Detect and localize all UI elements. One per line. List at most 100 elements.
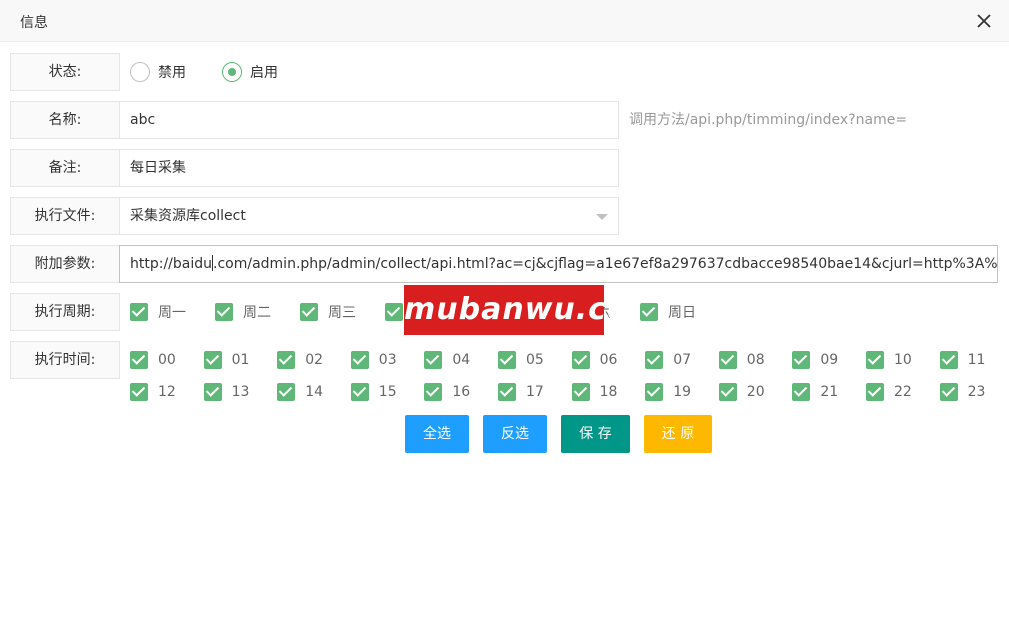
weekday-checkbox[interactable]: 周二 xyxy=(215,303,271,321)
hour-checkbox[interactable]: 22 xyxy=(866,383,912,401)
radio-enable[interactable]: 启用 xyxy=(222,62,278,82)
save-button[interactable]: 保 存 xyxy=(561,415,630,453)
hour-checkbox[interactable]: 07 xyxy=(645,351,691,369)
checkbox-checked-icon xyxy=(277,351,296,369)
status-row: 状态: 禁用 启用 xyxy=(10,53,1000,91)
checkbox-checked-icon xyxy=(866,383,884,401)
hour-label: 19 xyxy=(673,384,692,400)
hour-checkbox[interactable]: 04 xyxy=(424,351,470,369)
exec-file-label: 执行文件: xyxy=(10,197,120,235)
hour-checkbox[interactable]: 03 xyxy=(350,351,397,369)
hour-checkbox[interactable]: 17 xyxy=(498,383,544,401)
hour-label: 16 xyxy=(452,384,471,400)
checkbox-checked-icon xyxy=(130,383,148,401)
hour-label: 12 xyxy=(158,384,176,400)
params-row: 附加参数: http://baidu.com/admin.php/admin/c… xyxy=(10,245,1000,283)
params-value-end: .com/admin.php/admin/collect/api.html?ac… xyxy=(213,256,998,272)
exec-file-select[interactable]: 采集资源库collect xyxy=(119,197,619,235)
checkbox-checked-icon xyxy=(645,351,664,369)
hour-checkbox[interactable]: 10 xyxy=(866,351,912,369)
hour-label: 01 xyxy=(231,352,250,368)
params-value-start: http://baidu xyxy=(130,256,213,272)
radio-disable[interactable]: 禁用 xyxy=(130,62,186,82)
hour-checkbox[interactable]: 08 xyxy=(718,351,765,369)
hours-label: 执行时间: xyxy=(10,341,120,379)
checkbox-checked-icon xyxy=(939,383,958,401)
invert-selection-button[interactable]: 反选 xyxy=(483,415,547,453)
name-hint: 调用方法/api.php/timming/index?name= xyxy=(629,112,908,128)
hour-checkbox[interactable]: 19 xyxy=(645,383,691,401)
hour-checkbox[interactable]: 21 xyxy=(792,383,838,401)
exec-file-row: 执行文件: 采集资源库collect xyxy=(10,197,1000,235)
close-icon[interactable] xyxy=(975,12,993,30)
remark-input[interactable]: 每日采集 xyxy=(119,149,619,187)
reset-button[interactable]: 还 原 xyxy=(644,415,712,453)
hour-checkbox[interactable]: 02 xyxy=(277,351,323,369)
hour-label: 18 xyxy=(599,384,618,400)
radio-enable-label: 启用 xyxy=(250,65,278,81)
hour-label: 21 xyxy=(820,384,839,400)
dialog-titlebar: 信息 xyxy=(0,0,1009,42)
checkbox-checked-icon xyxy=(571,351,590,369)
remark-label: 备注: xyxy=(10,149,120,187)
remark-row: 备注: 每日采集 xyxy=(10,149,1000,187)
checkbox-checked-icon xyxy=(130,303,148,321)
dialog-title: 信息 xyxy=(20,15,48,31)
radio-circle xyxy=(130,62,150,82)
name-row: 名称: abc 调用方法/api.php/timming/index?name= xyxy=(10,101,1000,139)
checkbox-checked-icon xyxy=(640,303,658,321)
hour-checkbox[interactable]: 12 xyxy=(130,383,176,401)
checkbox-checked-icon xyxy=(130,351,148,369)
checkbox-checked-icon xyxy=(300,303,318,321)
checkbox-checked-icon xyxy=(385,303,403,321)
hour-label: 14 xyxy=(305,384,324,400)
name-input[interactable]: abc xyxy=(119,101,619,139)
hour-label: 08 xyxy=(746,352,765,368)
checkbox-checked-icon xyxy=(792,351,811,369)
hour-label: 00 xyxy=(158,352,176,368)
hour-checkbox[interactable]: 05 xyxy=(498,351,544,369)
weekday-checkbox[interactable]: 周日 xyxy=(640,303,696,321)
hour-checkbox[interactable]: 14 xyxy=(277,383,323,401)
hour-label: 02 xyxy=(305,352,324,368)
hour-label: 03 xyxy=(378,352,397,368)
hour-checkbox[interactable]: 13 xyxy=(203,383,249,401)
weekday-label: 周三 xyxy=(328,305,356,321)
weekday-label: 周日 xyxy=(668,305,696,321)
checkbox-checked-icon xyxy=(203,351,222,369)
hour-label: 07 xyxy=(673,352,692,368)
checkbox-checked-icon xyxy=(498,351,516,369)
weekday-label: 周二 xyxy=(243,305,271,321)
hour-checkbox[interactable]: 20 xyxy=(718,383,765,401)
hour-label: 05 xyxy=(526,352,544,368)
hour-checkbox[interactable]: 15 xyxy=(350,383,397,401)
hour-checkbox[interactable]: 11 xyxy=(939,351,986,369)
checkbox-checked-icon xyxy=(350,351,369,369)
radio-disable-label: 禁用 xyxy=(158,65,186,81)
weekday-checkbox[interactable]: 周一 xyxy=(130,303,186,321)
checkbox-checked-icon xyxy=(645,383,664,401)
params-input[interactable]: http://baidu.com/admin.php/admin/collect… xyxy=(119,245,998,283)
hour-checkbox[interactable]: 06 xyxy=(571,351,617,369)
radio-circle-checked xyxy=(222,62,242,82)
hour-checkbox[interactable]: 18 xyxy=(571,383,618,401)
hour-checkbox[interactable]: 16 xyxy=(424,383,470,401)
weekday-checkbox[interactable]: 周三 xyxy=(300,303,356,321)
checkbox-checked-icon xyxy=(498,383,516,401)
params-label: 附加参数: xyxy=(10,245,120,283)
name-label: 名称: xyxy=(10,101,120,139)
select-all-button[interactable]: 全选 xyxy=(405,415,469,453)
hour-label: 17 xyxy=(526,384,544,400)
hour-checkbox[interactable]: 09 xyxy=(792,351,838,369)
hour-label: 15 xyxy=(378,384,397,400)
hour-checkbox[interactable]: 01 xyxy=(203,351,250,369)
hour-label: 23 xyxy=(967,384,986,400)
hour-checkbox[interactable]: 00 xyxy=(130,351,176,369)
checkbox-checked-icon xyxy=(277,383,296,401)
weekdays-label: 执行周期: xyxy=(10,293,120,331)
hour-label: 11 xyxy=(967,352,986,368)
hour-label: 10 xyxy=(894,352,912,368)
hour-checkbox[interactable]: 23 xyxy=(939,383,986,401)
checkbox-checked-icon xyxy=(350,383,369,401)
hour-label: 04 xyxy=(452,352,471,368)
